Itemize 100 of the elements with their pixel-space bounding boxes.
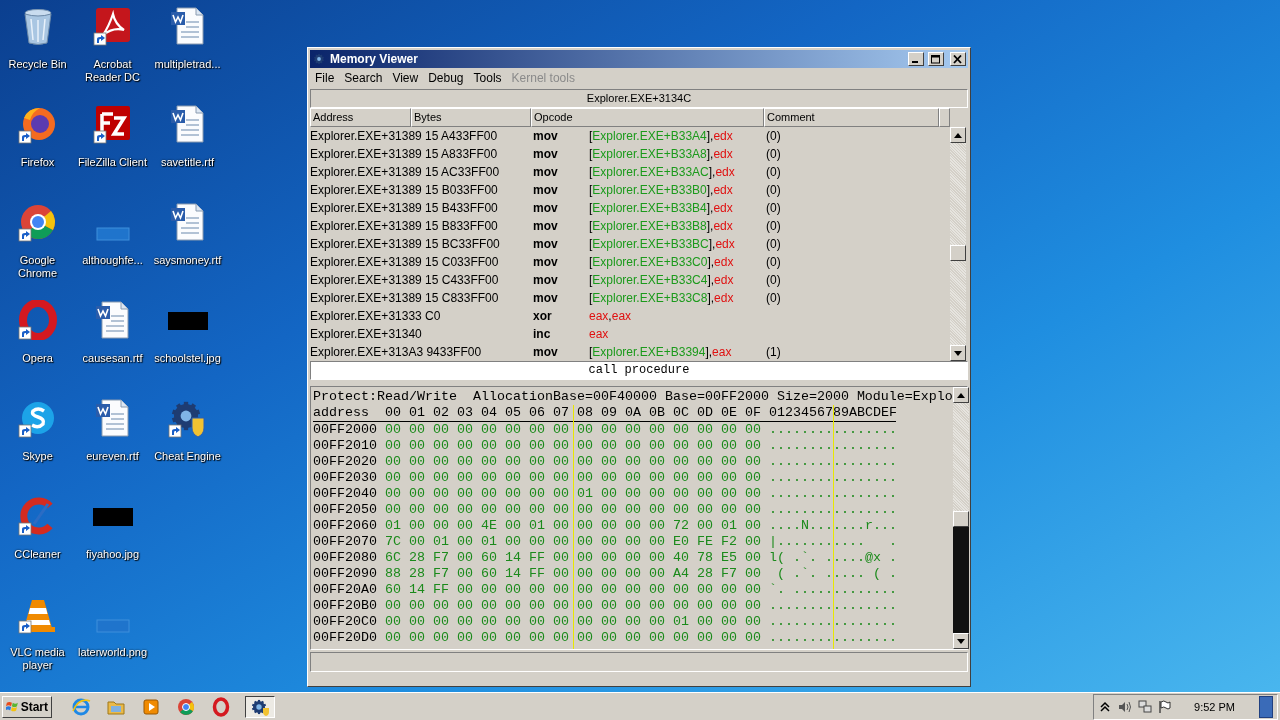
ascii-text: `. .............: [769, 582, 897, 598]
maximize-button[interactable]: [928, 52, 944, 66]
address-cell-text: Explorer.EXE+31389 15 BC33FF00: [310, 237, 501, 251]
comment-cell-text: (0): [765, 237, 781, 251]
address-cell-text: Explorer.EXE+31389 15 C033FF00: [310, 255, 500, 269]
ascii-text: ................: [769, 502, 897, 518]
operand-cell-text: [Explorer.EXE+B33C0],edx: [589, 255, 735, 269]
address-cell-text: Explorer.EXE+31389 15 B833FF00: [310, 219, 499, 233]
desktop-icon-label[interactable]: FileZilla Client: [75, 156, 150, 169]
app-icon[interactable]: [92, 6, 133, 46]
operand-cell-text: [Explorer.EXE+B33C8],edx: [589, 291, 735, 305]
app-icon[interactable]: [17, 202, 58, 242]
comment-cell-text: (0): [765, 147, 781, 161]
comment-cell-text: (0): [765, 255, 781, 269]
ascii-text: ( .`. ..... ( .: [776, 566, 897, 582]
minimize-button[interactable]: [908, 52, 924, 66]
desktop-icon-label[interactable]: Cheat Engine: [150, 450, 225, 463]
desktop-icon-label[interactable]: Opera: [0, 352, 75, 365]
desktop-icon-label[interactable]: Skype: [0, 450, 75, 463]
desktop-icon-label[interactable]: multipletrad...: [150, 58, 225, 71]
scroll-thumb[interactable]: [950, 245, 966, 261]
app-icon[interactable]: [92, 104, 133, 144]
hex-bytes: 00 00 00 00 00 00 00 00 00 00 00 00 01 00 00 00: [385, 614, 762, 630]
ascii-text: ................: [769, 454, 897, 470]
opcode-cell-text: mov: [532, 183, 559, 197]
desktop-icon-label[interactable]: eureven.rtf: [75, 450, 150, 463]
column-header[interactable]: Bytes: [411, 108, 531, 127]
desktop-icon-label[interactable]: Acrobat Reader DC: [75, 58, 150, 84]
desktop-icon-label[interactable]: laterworld.png: [75, 646, 150, 659]
flag-icon[interactable]: [1158, 699, 1173, 714]
address-bar[interactable]: Explorer.EXE+3134C: [310, 89, 968, 108]
desktop-icon-label[interactable]: savetitle.rtf: [150, 156, 225, 169]
ascii-text: ................: [769, 614, 897, 630]
desktop-icon-label[interactable]: Recycle Bin: [0, 58, 75, 71]
app-icon[interactable]: [17, 300, 58, 340]
menu-item[interactable]: View: [387, 70, 424, 85]
windows-flag-icon: [6, 699, 19, 714]
desktop-icon-label[interactable]: schoolstel.jpg: [150, 352, 225, 365]
up-arrow-icon: [954, 132, 962, 138]
column-header[interactable]: [939, 108, 950, 127]
window-title: Memory Viewer: [330, 52, 419, 66]
desktop-icon-label[interactable]: causesan.rtf: [75, 352, 150, 365]
speaker-icon[interactable]: [1118, 699, 1133, 714]
hex-bytes: 88 28 F7 00 60 14 FF 00 00 00 00 00 A4 28 F7 00: [385, 566, 762, 582]
show-desktop-button[interactable]: [1259, 695, 1273, 718]
hex-bytes: 00 00 00 00 00 00 00 00 00 00 00 00 00 00 00 00: [385, 470, 762, 486]
scrollbar[interactable]: [952, 387, 969, 649]
address-cell-text: 00FF2020: [313, 454, 378, 470]
menu-item[interactable]: File: [310, 70, 340, 85]
scroll-thumb[interactable]: [952, 511, 969, 527]
network-icon[interactable]: [1138, 699, 1153, 714]
desktop-icon-label[interactable]: Google Chrome: [0, 254, 75, 280]
desktop-icon-label[interactable]: VLC media player: [0, 646, 75, 672]
scroll-up-button[interactable]: [952, 387, 969, 403]
browser-icon: [211, 696, 231, 717]
address-cell-text: 00FF2060: [313, 518, 378, 534]
desktop-icon-label[interactable]: Firefox: [0, 156, 75, 169]
operand-cell-text: [Explorer.EXE+B33B4],edx: [589, 201, 734, 215]
up-arrow-icon: [956, 392, 965, 398]
operand-cell-text: [Explorer.EXE+B33A8],edx: [589, 147, 734, 161]
address-cell-text: Explorer.EXE+31389 15 A833FF00: [310, 147, 499, 161]
desktop-icon-label[interactable]: CCleaner: [0, 548, 75, 561]
scrollbar[interactable]: [950, 127, 966, 361]
desktop-icon-label[interactable]: saysmoney.rtf: [150, 254, 225, 267]
hex-bytes: 00 00 00 00 00 00 00 00 00 00 00 00 00 00 00 00: [385, 422, 762, 438]
desktop-icon-label[interactable]: althoughfe...: [75, 254, 150, 267]
address-cell-text: 00FF2090: [313, 566, 378, 582]
ascii-text: ................: [769, 422, 897, 438]
start-button[interactable]: Start: [2, 695, 52, 718]
address-cell-text: 00FF20C0: [313, 614, 378, 630]
desktop-icon-label[interactable]: fiyahoo.jpg: [75, 548, 150, 561]
clock[interactable]: 9:52 PM: [1194, 700, 1235, 713]
column-header[interactable]: Opcode: [531, 108, 764, 127]
close-button[interactable]: [950, 52, 966, 66]
address-cell-text: 00FF2010: [313, 438, 378, 454]
taskbar-button[interactable]: [245, 695, 275, 718]
address-cell-text: Explorer.EXE+31389 15 AC33FF00: [310, 165, 501, 179]
menu-item[interactable]: Tools: [468, 70, 507, 85]
address-cell-text: Explorer.EXE+31333 C0: [310, 309, 442, 323]
scroll-down-button[interactable]: [950, 345, 966, 361]
address-cell-text: Explorer.EXE+31389 15 C833FF00: [310, 291, 500, 305]
column-header[interactable]: Comment: [764, 108, 939, 127]
operand-cell-text: [Explorer.EXE+B33C4],edx: [589, 273, 735, 287]
opcode-cell-text: xor: [532, 309, 553, 323]
hex-bytes: 00 00 00 00 00 00 00 00 01 00 00 00 00 00 00 00: [385, 486, 762, 502]
menu-item[interactable]: Debug: [423, 70, 469, 85]
address-cell-text: Explorer.EXE+31340: [310, 327, 423, 341]
hex-bytes: 00 00 00 00 00 00 00 00 00 00 00 00 00 00 00 00: [385, 438, 762, 454]
opcode-cell-text: mov: [532, 291, 559, 305]
hex-bytes: 6C 28 F7 00 60 14 FF 00 00 00 00 00 40 78 E5 00: [385, 550, 762, 566]
comment-cell-text: (0): [765, 273, 781, 287]
scroll-down-button[interactable]: [952, 633, 969, 649]
ascii-text: ................: [769, 438, 897, 454]
memory-info-text: Protect:Read/Write AllocationBase=00F40000 Base=00FF2000 Size=2000 Module=Explo: [313, 389, 953, 405]
column-header[interactable]: Address: [310, 108, 411, 127]
browser-icon: [71, 696, 91, 717]
close-icon: [953, 54, 963, 64]
scroll-up-button[interactable]: [950, 127, 966, 143]
menu-item[interactable]: Search: [339, 70, 388, 85]
operand-cell-text: [Explorer.EXE+B33B8],edx: [589, 219, 734, 233]
